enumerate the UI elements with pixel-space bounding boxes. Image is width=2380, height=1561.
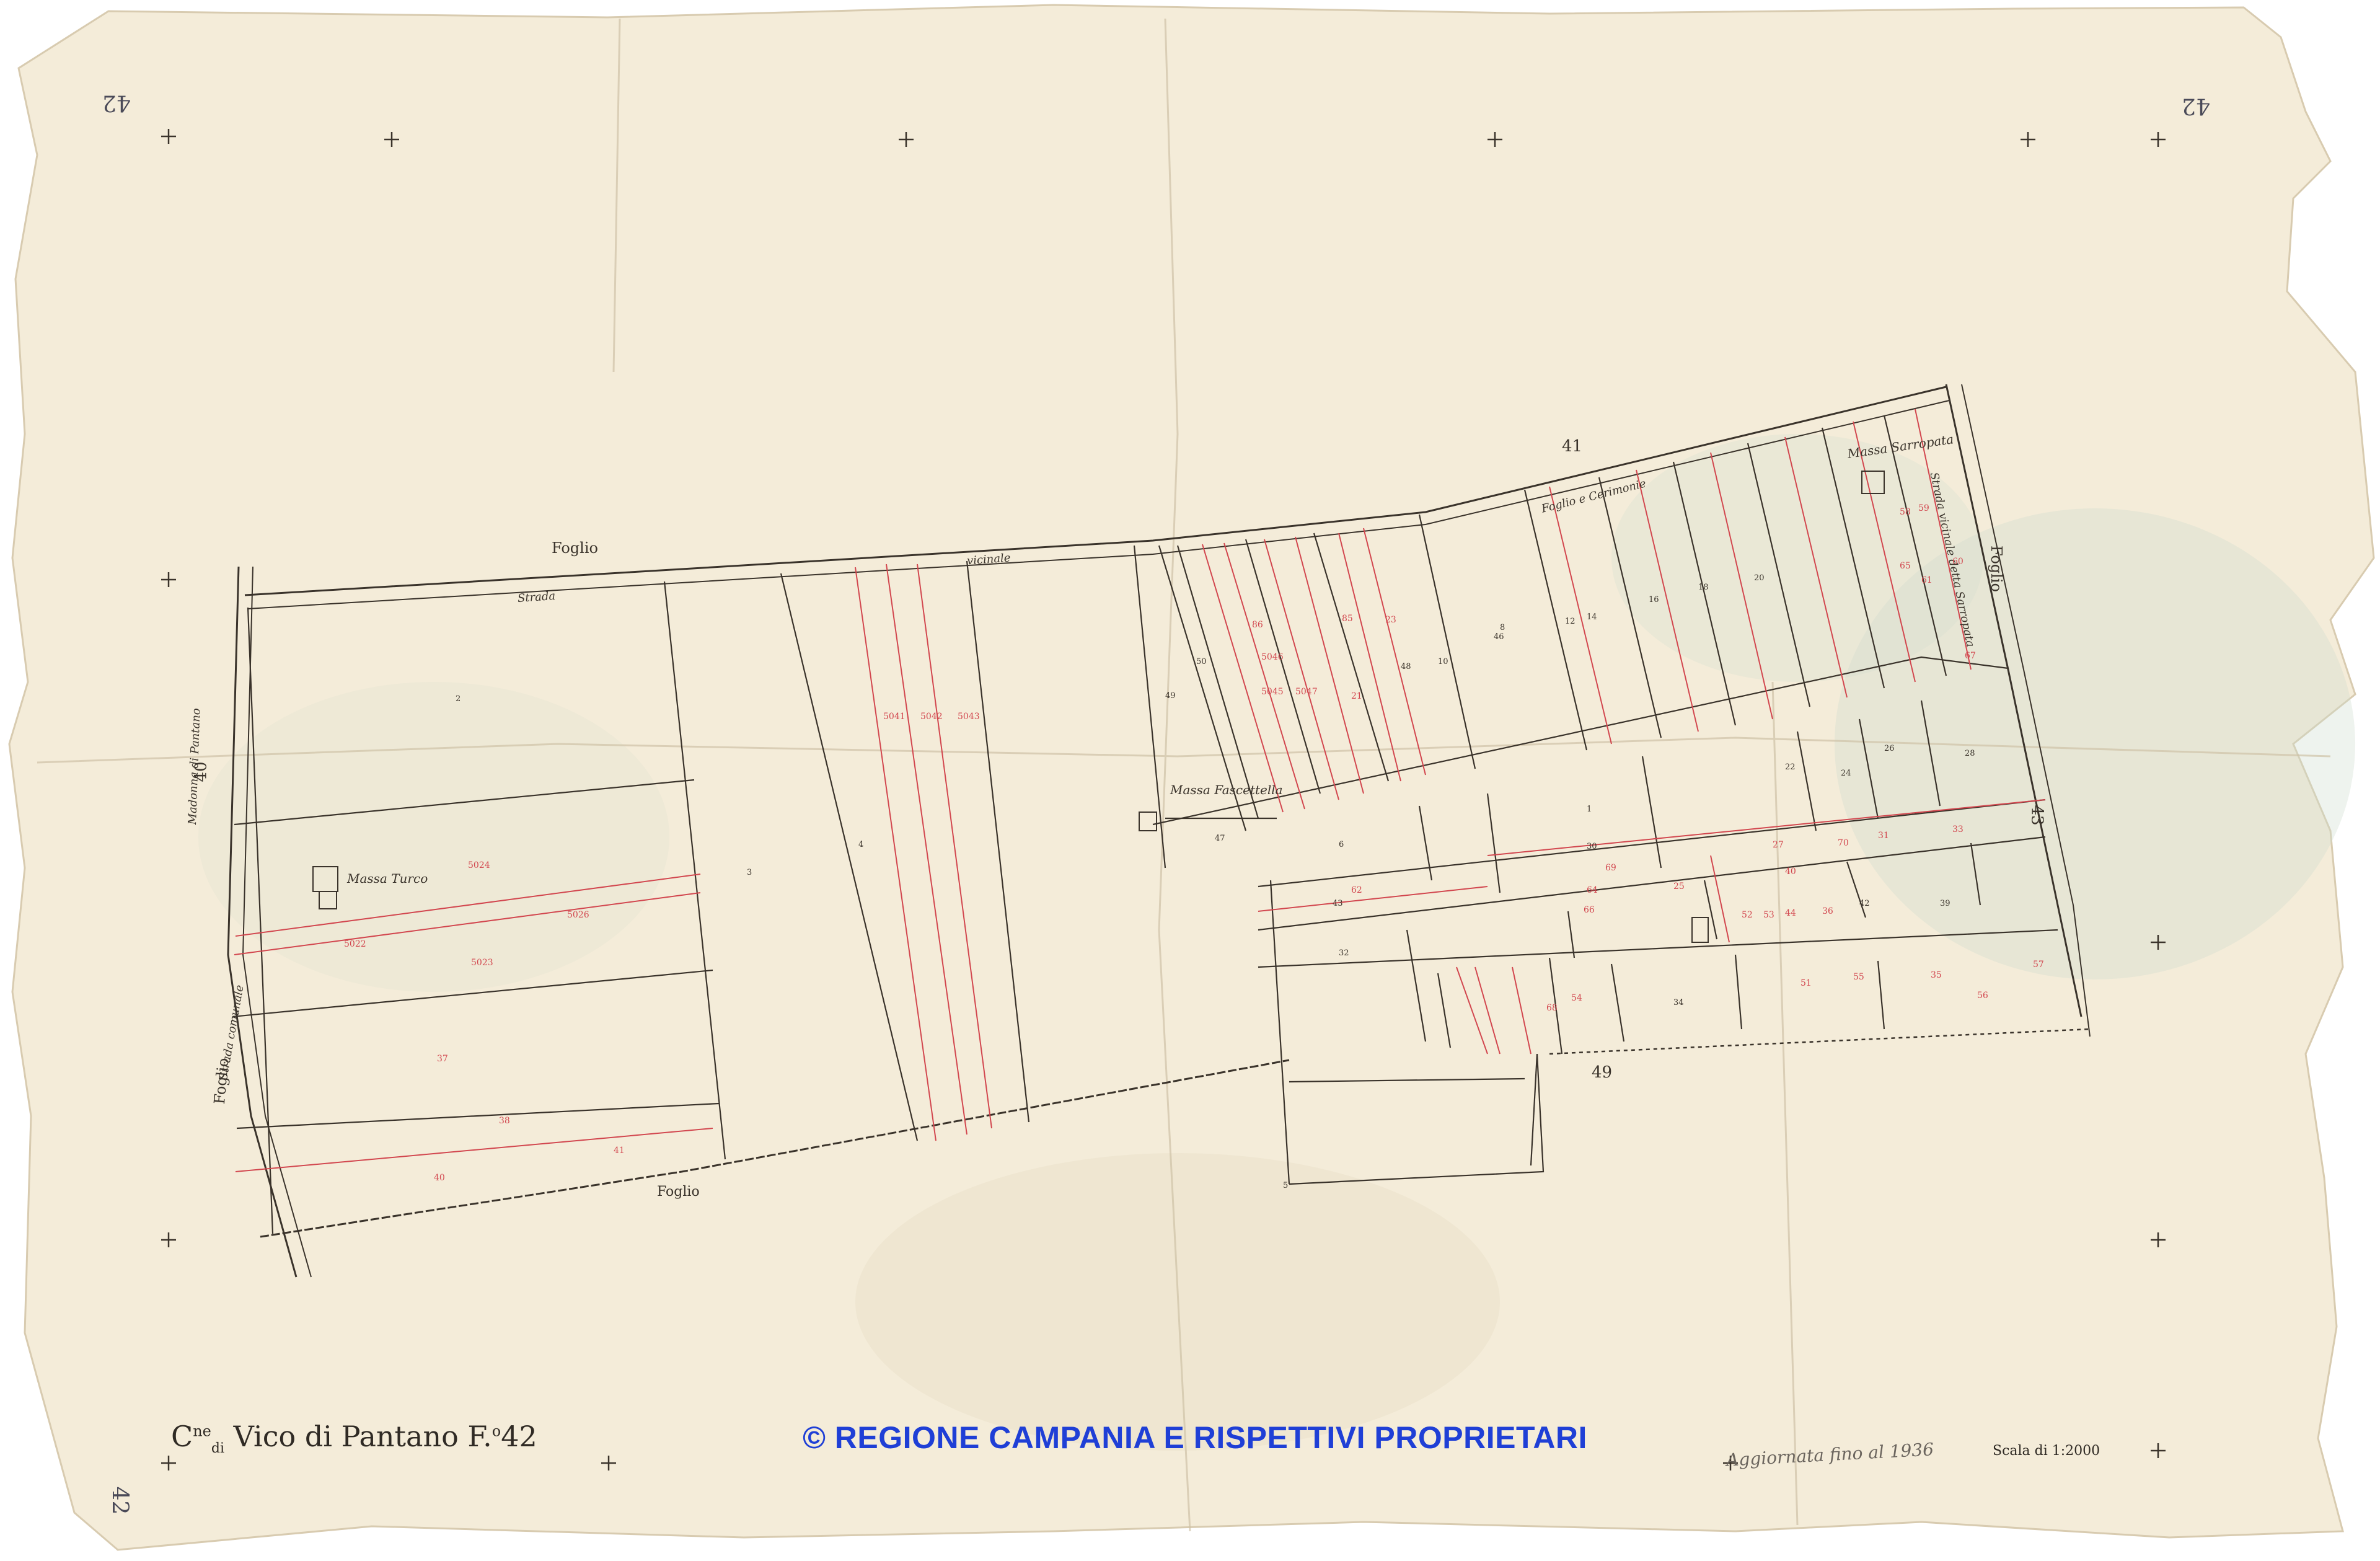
- parcel-number: 24: [1841, 769, 1851, 778]
- parcel-number: 14: [1587, 612, 1597, 622]
- parcel-number: 2: [456, 694, 461, 704]
- parcel-number: 8: [1500, 623, 1505, 632]
- parcel-number: 6: [1339, 840, 1344, 849]
- corner-mark-bottom-left: 42: [107, 1486, 133, 1515]
- parcel-number: 5: [1283, 1181, 1289, 1190]
- black-parcel-numbers: 2 3 4 5 6 1 8 10 12 14 16 18 20 22 24 26…: [0, 0, 2380, 1561]
- parcel-number: 22: [1785, 763, 1796, 772]
- parcel-number: 28: [1965, 749, 1975, 758]
- parcel-number: 12: [1565, 617, 1576, 626]
- parcel-number: 32: [1339, 949, 1349, 958]
- parcel-number: 48: [1401, 662, 1411, 671]
- parcel-number: 20: [1754, 573, 1765, 583]
- parcel-number: 18: [1698, 583, 1709, 592]
- parcel-number: 50: [1196, 657, 1207, 666]
- parcel-number: 16: [1649, 595, 1659, 604]
- parcel-number: 42: [1859, 899, 1870, 908]
- parcel-number: 30: [1587, 842, 1597, 851]
- corner-mark-top-left: 42: [102, 90, 131, 115]
- parcel-number: 3: [747, 868, 752, 877]
- parcel-number: 4: [858, 840, 864, 849]
- parcel-number: 10: [1438, 657, 1448, 666]
- parcel-number: 1: [1587, 805, 1592, 814]
- parcel-number: 34: [1673, 998, 1684, 1007]
- parcel-number: 39: [1940, 899, 1950, 908]
- copyright-notice: © REGIONE CAMPANIA E RISPETTIVI PROPRIET…: [803, 1420, 1587, 1455]
- parcel-number: 43: [1333, 899, 1343, 908]
- parcel-number: 26: [1884, 744, 1895, 753]
- corner-mark-top-right: 42: [2182, 93, 2210, 118]
- parcel-number: 46: [1494, 632, 1504, 642]
- parcel-number: 49: [1165, 691, 1176, 701]
- parcel-number: 47: [1215, 834, 1225, 843]
- scale-label: Scala di 1:2000: [1993, 1443, 2100, 1459]
- sheet-title: Cnedi Vico di Pantano F.o42: [171, 1420, 537, 1457]
